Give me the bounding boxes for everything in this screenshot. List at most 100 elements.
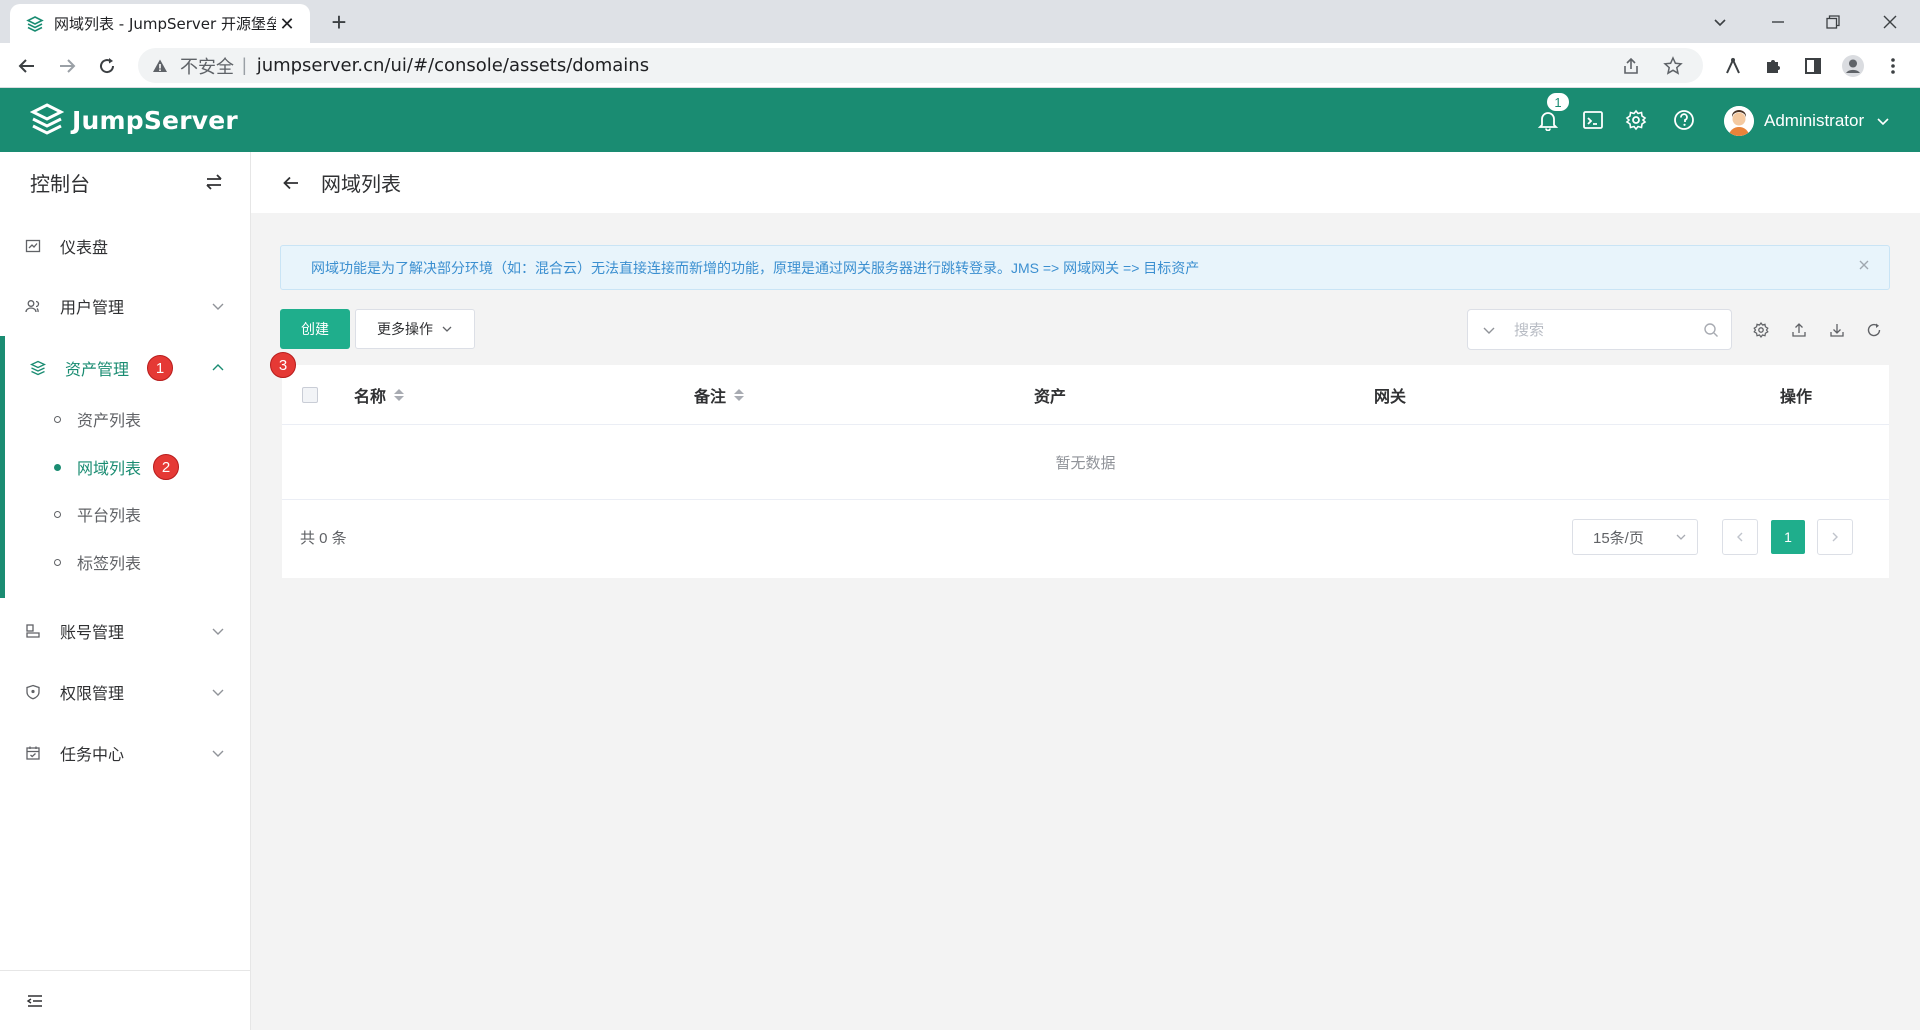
sidebar-item-accounts[interactable]: 账号管理 [0,606,251,656]
page-number-current[interactable]: 1 [1771,520,1805,554]
calendar-icon [24,744,42,762]
sidebar-subitem-label: 网域列表 [77,461,142,478]
upload-icon[interactable] [1788,319,1810,341]
bullet-icon [54,510,61,518]
browser-toolbar: 不安全 | jumpserver.cn/ui/#/console/assets/… [0,43,1920,88]
search-input[interactable]: 搜索 [1467,309,1732,350]
table-settings-gear-icon[interactable] [1750,319,1772,341]
share-icon[interactable] [1621,56,1641,76]
sidebar-header: 控制台 [0,152,250,212]
sidebar-item-tasks[interactable]: 任务中心 [0,728,251,778]
prev-page-button[interactable] [1722,519,1758,555]
tab-search-icon[interactable] [1695,0,1745,43]
select-all-checkbox[interactable] [302,387,318,403]
column-label: 资产 [1034,389,1067,406]
window-close-icon[interactable] [1865,0,1915,43]
url-separator: | [242,55,247,75]
web-terminal-icon[interactable] [1581,108,1605,132]
app-logo[interactable]: JumpServer [30,102,238,138]
more-actions-button[interactable]: 更多操作 [355,309,475,349]
page-size-select[interactable]: 15条/页 [1572,519,1698,555]
sidebar-item-label: 用户管理 [60,300,125,317]
avatar [1724,106,1754,136]
app-header: JumpServer Administrator [0,88,1920,152]
bookmark-star-icon[interactable] [1663,55,1683,76]
column-label: 网关 [1374,389,1407,406]
next-page-button[interactable] [1817,519,1853,555]
chevron-right-icon [1832,532,1838,542]
app-brand-name: JumpServer [72,105,238,135]
create-button[interactable]: 创建 [280,309,350,349]
step-badge: 2 [153,454,180,480]
table-header: 名称 备注 资产 网关 操作 [282,365,1889,425]
jumpserver-logo-icon [30,103,64,135]
sidebar-item-permissions[interactable]: 权限管理 [0,667,251,717]
column-header-comment[interactable]: 备注 [694,365,745,425]
search-icon [1704,322,1718,337]
collapse-sidebar-icon[interactable] [26,992,44,1010]
chevron-down-icon [212,750,224,757]
warning-icon [153,59,167,72]
user-menu[interactable]: Administrator [1724,106,1890,136]
notification-count-badge: 1 [1546,92,1570,112]
forward-icon[interactable] [52,51,82,81]
back-icon[interactable] [12,51,42,81]
sort-caret-icon[interactable] [734,389,745,401]
users-icon [24,297,42,315]
sidebar-item-assets[interactable]: 资产管理 1 [0,343,251,393]
close-icon[interactable] [1857,258,1871,272]
refresh-icon[interactable] [1863,319,1885,341]
sidebar-item-dashboard[interactable]: 仪表盘 [0,221,251,271]
empty-state: 暂无数据 [282,426,1889,500]
column-label: 操作 [1780,389,1813,406]
sidebar-item-label: 资产管理 [65,362,130,379]
browser-tab[interactable]: 网域列表 - JumpServer 开源堡垒 ✕ [10,4,310,43]
bullet-icon [54,558,61,566]
address-bar[interactable]: 不安全 | jumpserver.cn/ui/#/console/assets/… [138,48,1703,83]
reload-icon[interactable] [92,51,122,81]
new-tab-button[interactable]: + [325,8,353,36]
page-size-value: 15条/页 [1593,529,1644,547]
switch-view-icon[interactable] [204,172,224,192]
chevron-down-icon [1676,534,1686,540]
sidebar-item-label: 权限管理 [60,686,125,703]
chevron-down-icon[interactable] [1482,323,1496,337]
extension-tool-icon[interactable] [1718,51,1748,81]
total-count: 共 0 条 [300,530,347,547]
sidebar-subitem-label-list[interactable]: 标签列表 [0,540,251,584]
download-icon[interactable] [1826,319,1848,341]
side-panel-icon[interactable] [1798,51,1828,81]
help-icon[interactable] [1672,108,1696,132]
chevron-up-icon [212,364,224,371]
tab-close-icon[interactable]: ✕ [276,13,298,35]
restore-icon[interactable] [1808,0,1858,43]
security-label[interactable]: 不安全 [180,53,234,79]
sidebar-item-label: 账号管理 [60,625,125,642]
profile-icon[interactable] [1838,51,1868,81]
sidebar-footer [0,970,251,1030]
settings-gear-icon[interactable] [1624,108,1648,132]
sidebar-subitem-asset-list[interactable]: 资产列表 [0,397,251,441]
url-text[interactable]: jumpserver.cn/ui/#/console/assets/domain… [257,55,649,76]
page-title: 网域列表 [321,174,401,196]
column-header-name[interactable]: 名称 [354,365,405,425]
extensions-puzzle-icon[interactable] [1758,51,1788,81]
sidebar-subitem-domain-list[interactable]: 网域列表 2 [0,445,251,489]
column-header-assets: 资产 [1034,365,1066,425]
sidebar-subitem-label: 标签列表 [77,556,142,573]
sort-caret-icon[interactable] [394,389,405,401]
chrome-menu-icon[interactable] [1878,51,1908,81]
step-badge: 3 [270,352,296,378]
sidebar-item-users[interactable]: 用户管理 [0,281,251,331]
shield-icon [24,683,42,701]
jumpserver-favicon-icon [26,15,44,32]
minimize-icon[interactable] [1753,0,1803,43]
page-header: 网域列表 [251,152,1920,213]
bullet-icon [54,415,61,423]
info-alert: 网域功能是为了解决部分环境（如：混合云）无法直接连接而新增的功能，原理是通过网关… [280,245,1890,290]
user-name: Administrator [1764,111,1865,130]
back-arrow-icon[interactable] [281,173,301,193]
sidebar-subitem-platform-list[interactable]: 平台列表 [0,492,251,536]
browser-tab-strip: 网域列表 - JumpServer 开源堡垒 ✕ + [0,0,1920,43]
column-header-gateway: 网关 [1374,365,1406,425]
